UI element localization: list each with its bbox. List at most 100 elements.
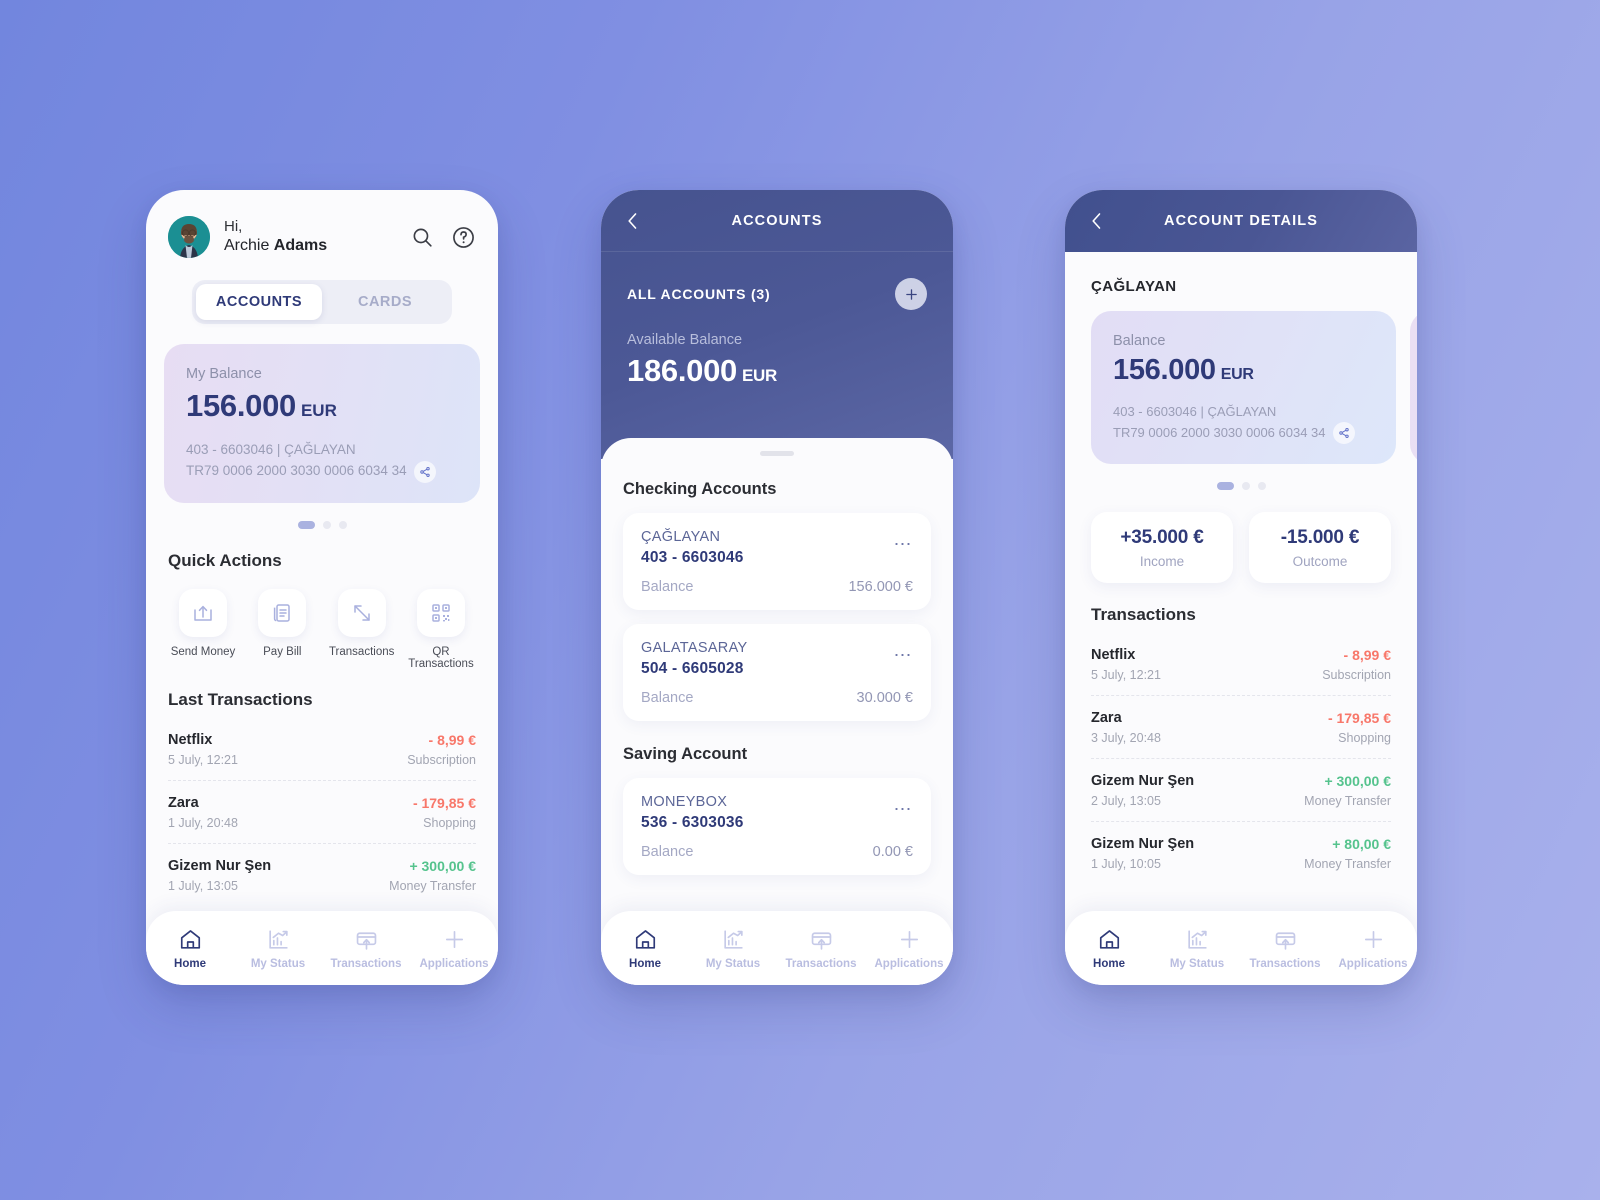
transaction-name: Zara xyxy=(1091,710,1122,727)
tab-accounts[interactable]: ACCOUNTS xyxy=(196,284,322,320)
available-balance-amount: 186.000 EUR xyxy=(627,353,777,388)
share-icon[interactable] xyxy=(413,460,436,483)
nav-item-my-status[interactable]: My Status xyxy=(689,927,777,970)
pagination-dot[interactable] xyxy=(1241,482,1250,491)
pagination-dot[interactable] xyxy=(1257,482,1266,491)
pagination-dot-active[interactable] xyxy=(1216,482,1234,491)
nav-item-home[interactable]: Home xyxy=(601,927,689,970)
pagination-dot[interactable] xyxy=(322,520,331,529)
transaction-amount: + 300,00 € xyxy=(409,857,476,874)
bar-chart-icon xyxy=(268,929,288,949)
status-badge-income[interactable]: +35.000 € Income xyxy=(1091,512,1233,584)
balance-card[interactable]: Balance 156.000 EUR 403 - 6603046 | ÇAĞLA… xyxy=(1091,311,1396,465)
table-row[interactable]: Netflix 5 July, 12:21 - 8,99 € Subscript… xyxy=(168,718,476,781)
help-icon[interactable] xyxy=(451,225,476,250)
home-icon xyxy=(1099,929,1119,949)
transaction-amount: + 300,00 € xyxy=(1324,773,1391,790)
transaction-category: Subscription xyxy=(1322,668,1391,683)
transaction-right: - 179,85 € Shopping xyxy=(1328,710,1391,745)
status-badge-outcome[interactable]: -15.000 € Outcome xyxy=(1249,512,1391,584)
transaction-date: 3 July, 20:48 xyxy=(1091,731,1161,746)
table-row[interactable]: Gizem Nur Şen 1 July, 10:05 + 80,00 € Mo… xyxy=(1091,822,1391,884)
card-upload-icon xyxy=(356,931,376,950)
nav-item-transactions[interactable]: Transactions xyxy=(322,927,410,970)
greeting-line1: Hi, xyxy=(224,218,243,236)
all-accounts-label: ALL ACCOUNTS (3) xyxy=(627,286,771,302)
account-more-button[interactable]: ⋯ xyxy=(894,640,914,664)
account-head: MONEYBOX 536 - 6303036 ⋯ xyxy=(641,794,913,832)
list-item[interactable]: ÇAĞLAYAN 403 - 6603046 ⋯ Balance 156.000… xyxy=(623,513,931,610)
quick-action-label: Transactions xyxy=(328,645,395,658)
balance-currency: EUR xyxy=(300,401,337,420)
transaction-right: + 300,00 € Money Transfer xyxy=(1304,773,1391,808)
account-identifiers: 403 - 6603046 | ÇAĞLAYAN TR79 0006 2000 … xyxy=(186,440,458,483)
table-row[interactable]: Gizem Nur Şen 1 July, 13:05 + 300,00 € M… xyxy=(168,844,476,906)
add-account-button[interactable] xyxy=(895,278,927,310)
transaction-amount: + 80,00 € xyxy=(1332,836,1391,853)
transaction-list: Netflix 5 July, 12:21 - 8,99 € Subscript… xyxy=(168,718,476,906)
table-row[interactable]: Gizem Nur Şen 2 July, 13:05 + 300,00 € M… xyxy=(1091,759,1391,823)
qr-code-icon xyxy=(416,588,465,637)
page-title: ACCOUNT DETAILS xyxy=(1164,213,1318,229)
share-icon[interactable] xyxy=(1332,422,1355,445)
nav-item-my-status[interactable]: My Status xyxy=(1153,927,1241,970)
nav-item-applications[interactable]: Applications xyxy=(410,927,498,970)
table-row[interactable]: Zara 1 July, 20:48 - 179,85 € Shopping xyxy=(168,781,476,844)
balance-amount: 156.000 EUR xyxy=(186,388,337,423)
quick-action-transactions[interactable]: Transactions xyxy=(327,588,397,670)
nav-label: Applications xyxy=(419,957,489,970)
nav-item-applications[interactable]: Applications xyxy=(865,927,953,970)
table-row[interactable]: Zara 3 July, 20:48 - 179,85 € Shopping xyxy=(1091,696,1391,760)
nav-label: Transactions xyxy=(1249,957,1321,970)
quick-action-label: Send Money xyxy=(170,645,236,658)
last-transactions-title: Last Transactions xyxy=(168,689,313,709)
list-item[interactable]: GALATASARAY 504 - 6605028 ⋯ Balance 30.0… xyxy=(623,624,931,721)
transaction-name: Gizem Nur Şen xyxy=(1091,773,1195,790)
account-head: ÇAĞLAYAN 403 - 6603046 ⋯ xyxy=(641,529,913,567)
accounts-sheet: Checking Accounts ÇAĞLAYAN 403 - 6603046… xyxy=(601,438,953,985)
nav-label: My Status xyxy=(1169,957,1225,970)
nav-item-home[interactable]: Home xyxy=(1065,927,1153,970)
transaction-date: 1 July, 10:05 xyxy=(1091,857,1161,872)
balance-currency: EUR xyxy=(1220,366,1254,383)
card-upload-icon xyxy=(811,931,831,950)
income-label: Income xyxy=(1139,554,1185,570)
balance-label: Balance xyxy=(1113,333,1166,349)
list-item[interactable]: MONEYBOX 536 - 6303036 ⋯ Balance 0.00 € xyxy=(623,778,931,875)
pagination-dot-active[interactable] xyxy=(297,520,315,529)
balance-label: Balance xyxy=(641,690,694,706)
transaction-date: 1 July, 20:48 xyxy=(168,815,238,830)
nav-label: My Status xyxy=(705,957,761,970)
quick-actions-title: Quick Actions xyxy=(168,550,282,570)
nav-item-applications[interactable]: Applications xyxy=(1329,927,1417,970)
account-more-button[interactable]: ⋯ xyxy=(894,794,914,818)
quick-action-pay-bill[interactable]: Pay Bill xyxy=(247,588,317,670)
iban-value: TR79 0006 2000 3030 0006 6034 34 xyxy=(186,463,407,479)
quick-action-send-money[interactable]: Send Money xyxy=(168,588,238,670)
nav-label: My Status xyxy=(250,957,306,970)
balance-amount: 156.000 EUR xyxy=(1113,354,1254,386)
tab-cards[interactable]: CARDS xyxy=(322,284,448,320)
balance-card-carousel[interactable]: Balance 156.000 EUR 403 - 6603046 | ÇAĞLA… xyxy=(1065,311,1417,465)
balance-card-next-peek[interactable] xyxy=(1410,311,1417,465)
outcome-label: Outcome xyxy=(1292,554,1348,570)
pagination-dot[interactable] xyxy=(338,520,347,529)
nav-item-home[interactable]: Home xyxy=(146,927,234,970)
transaction-category: Money Transfer xyxy=(1304,857,1391,872)
search-icon[interactable] xyxy=(410,225,435,250)
transaction-date: 5 July, 12:21 xyxy=(168,752,238,767)
account-number: 536 - 6303036 xyxy=(641,814,744,831)
nav-item-transactions[interactable]: Transactions xyxy=(1241,927,1329,970)
sheet-drag-handle[interactable] xyxy=(760,451,794,456)
balance-card[interactable]: My Balance 156.000 EUR 403 - 6603046 | ÇA… xyxy=(164,344,480,503)
transaction-amount: - 179,85 € xyxy=(1327,710,1391,727)
quick-action-qr-transactions[interactable]: QR Transactions xyxy=(406,588,476,670)
avatar[interactable] xyxy=(168,216,210,258)
account-balance-row: Balance 0.00 € xyxy=(641,844,913,860)
nav-item-transactions[interactable]: Transactions xyxy=(777,927,865,970)
account-name: ÇAĞLAYAN xyxy=(641,529,721,545)
account-more-button[interactable]: ⋯ xyxy=(894,529,914,553)
nav-item-my-status[interactable]: My Status xyxy=(234,927,322,970)
table-row[interactable]: Netflix 5 July, 12:21 - 8,99 € Subscript… xyxy=(1091,633,1391,697)
group-title-saving: Saving Account xyxy=(623,745,748,763)
